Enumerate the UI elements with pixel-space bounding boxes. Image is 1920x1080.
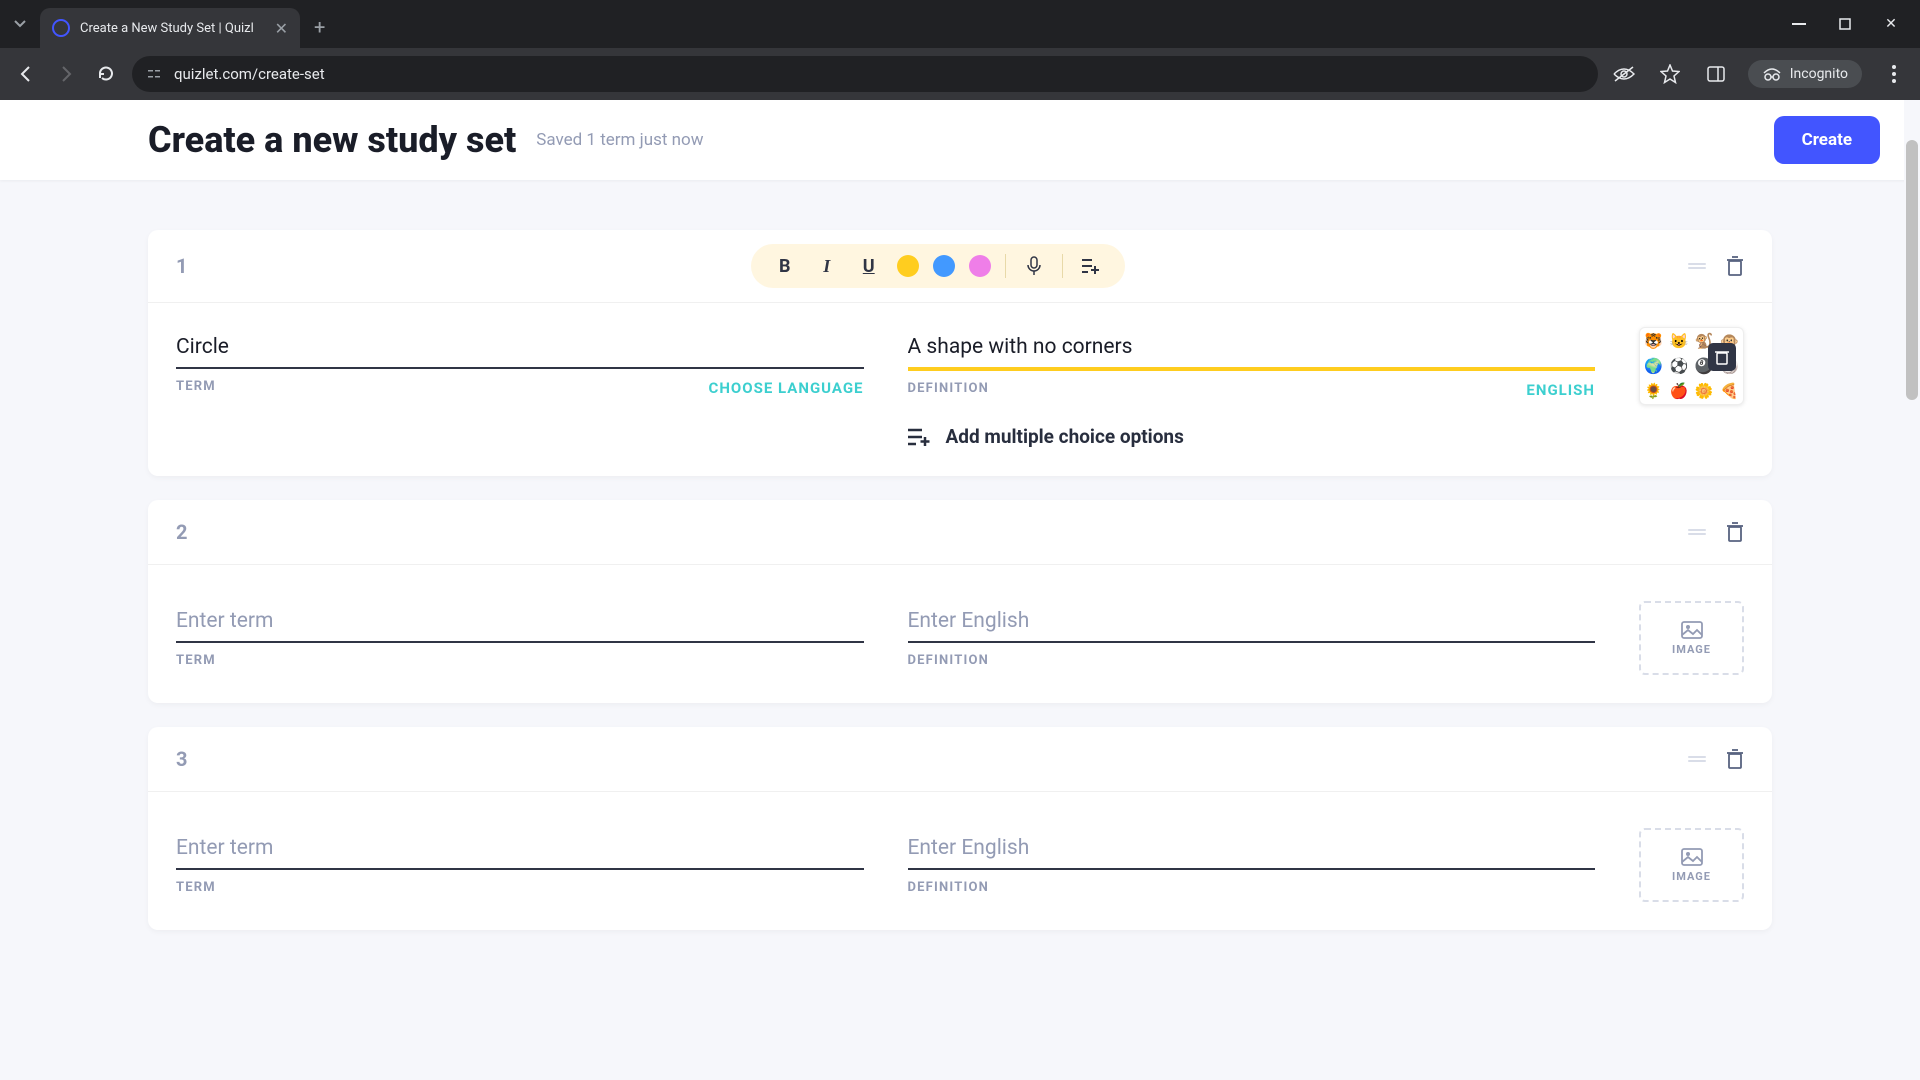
card-header: 1 B I U bbox=[148, 230, 1772, 303]
term-label: TERM bbox=[176, 653, 216, 668]
browser-tab-strip: Create a New Study Set | Quizl ✕ + ✕ bbox=[0, 0, 1920, 48]
definition-input[interactable] bbox=[908, 601, 1596, 643]
minimize-button[interactable] bbox=[1790, 15, 1808, 33]
toolbar-separator bbox=[1062, 254, 1063, 278]
delete-card-button[interactable] bbox=[1726, 256, 1744, 276]
page-title: Create a new study set bbox=[148, 119, 516, 161]
window-controls: ✕ bbox=[1790, 15, 1912, 33]
new-tab-button[interactable]: + bbox=[314, 15, 325, 39]
panel-icon[interactable] bbox=[1702, 60, 1730, 88]
rich-text-toolbar: B I U bbox=[751, 244, 1125, 288]
mc-label: Add multiple choice options bbox=[946, 425, 1184, 448]
card-header: 2 bbox=[148, 500, 1772, 565]
delete-card-button[interactable] bbox=[1726, 749, 1744, 769]
maximize-button[interactable] bbox=[1836, 15, 1854, 33]
browser-tab[interactable]: Create a New Study Set | Quizl ✕ bbox=[40, 8, 300, 48]
save-status: Saved 1 term just now bbox=[536, 130, 703, 150]
term-input[interactable] bbox=[176, 327, 864, 369]
bold-button[interactable]: B bbox=[771, 252, 799, 280]
image-icon bbox=[1681, 621, 1703, 639]
card-body: TERM DEFINITION IMAGE bbox=[148, 565, 1772, 703]
definition-label: DEFINITION bbox=[908, 381, 989, 399]
highlight-blue-button[interactable] bbox=[933, 255, 955, 277]
page-content: Create a new study set Saved 1 term just… bbox=[0, 100, 1920, 1080]
url-text: quizlet.com/create-set bbox=[174, 65, 1584, 83]
image-label: IMAGE bbox=[1672, 870, 1711, 883]
forward-button[interactable] bbox=[52, 60, 80, 88]
definition-input[interactable] bbox=[908, 327, 1596, 371]
image-icon bbox=[1681, 848, 1703, 866]
highlight-yellow-button[interactable] bbox=[897, 255, 919, 277]
underline-button[interactable]: U bbox=[855, 252, 883, 280]
definition-input[interactable] bbox=[908, 828, 1596, 870]
scrollbar[interactable] bbox=[1904, 100, 1920, 1080]
italic-button[interactable]: I bbox=[813, 252, 841, 280]
term-input[interactable] bbox=[176, 828, 864, 870]
term-card: 1 B I U bbox=[148, 230, 1772, 476]
page-header: Create a new study set Saved 1 term just… bbox=[0, 100, 1920, 180]
add-image-button[interactable]: IMAGE bbox=[1639, 601, 1744, 675]
choose-language-link[interactable]: CHOOSE LANGUAGE bbox=[709, 379, 864, 397]
bookmark-star-icon[interactable] bbox=[1656, 60, 1684, 88]
site-settings-icon[interactable] bbox=[146, 66, 162, 82]
add-item-icon[interactable] bbox=[1077, 252, 1105, 280]
definition-label: DEFINITION bbox=[908, 653, 989, 668]
term-label: TERM bbox=[176, 880, 216, 895]
definition-label: DEFINITION bbox=[908, 880, 989, 895]
term-input[interactable] bbox=[176, 601, 864, 643]
drag-handle-icon[interactable] bbox=[1688, 263, 1706, 269]
incognito-label: Incognito bbox=[1790, 66, 1848, 82]
microphone-icon[interactable] bbox=[1020, 252, 1048, 280]
card-number: 2 bbox=[176, 520, 187, 544]
create-button[interactable]: Create bbox=[1774, 116, 1880, 164]
back-button[interactable] bbox=[12, 60, 40, 88]
drag-handle-icon[interactable] bbox=[1688, 529, 1706, 535]
definition-language-link[interactable]: ENGLISH bbox=[1526, 381, 1595, 399]
delete-card-button[interactable] bbox=[1726, 522, 1744, 542]
reload-button[interactable] bbox=[92, 60, 120, 88]
term-card: 3 TERM DEFINITION bbox=[148, 727, 1772, 930]
list-plus-icon bbox=[908, 428, 930, 446]
add-image-button[interactable]: IMAGE bbox=[1639, 828, 1744, 902]
card-body: TERM DEFINITION IMAGE bbox=[148, 792, 1772, 930]
favicon-icon bbox=[52, 19, 70, 37]
image-label: IMAGE bbox=[1672, 643, 1711, 656]
add-multiple-choice-button[interactable]: Add multiple choice options bbox=[908, 425, 1596, 448]
card-header: 3 bbox=[148, 727, 1772, 792]
close-window-button[interactable]: ✕ bbox=[1882, 15, 1900, 33]
card-body: TERM CHOOSE LANGUAGE DEFINITION ENGLISH … bbox=[148, 303, 1772, 476]
tab-title: Create a New Study Set | Quizl bbox=[80, 21, 265, 36]
scrollbar-thumb[interactable] bbox=[1906, 140, 1918, 400]
browser-menu-icon[interactable] bbox=[1880, 60, 1908, 88]
incognito-badge[interactable]: Incognito bbox=[1748, 60, 1862, 88]
browser-toolbar: quizlet.com/create-set Incognito bbox=[0, 48, 1920, 100]
card-number: 1 bbox=[176, 254, 187, 278]
term-card: 2 TERM DEFINITION bbox=[148, 500, 1772, 703]
incognito-icon bbox=[1762, 67, 1782, 81]
toolbar-separator bbox=[1005, 254, 1006, 278]
tab-search-dropdown[interactable] bbox=[8, 12, 32, 36]
term-label: TERM bbox=[176, 379, 216, 397]
extensions-eye-icon[interactable] bbox=[1610, 60, 1638, 88]
address-bar[interactable]: quizlet.com/create-set bbox=[132, 56, 1598, 92]
drag-handle-icon[interactable] bbox=[1688, 756, 1706, 762]
highlight-pink-button[interactable] bbox=[969, 255, 991, 277]
card-number: 3 bbox=[176, 747, 187, 771]
tab-close-icon[interactable]: ✕ bbox=[275, 19, 288, 38]
remove-image-button[interactable] bbox=[1708, 343, 1736, 371]
